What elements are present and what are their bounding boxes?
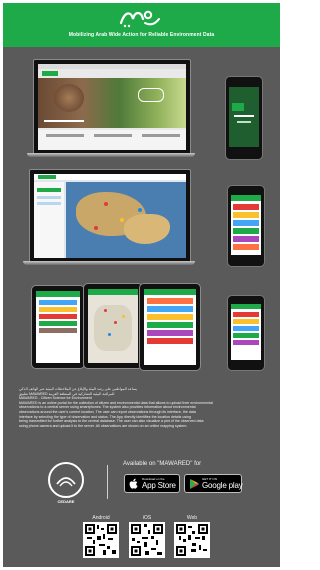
laptop-website-map (29, 169, 191, 263)
phone-app-splash (225, 76, 263, 160)
qr-code-web[interactable] (174, 522, 210, 558)
divider (107, 465, 108, 499)
qr-code-ios[interactable] (129, 522, 165, 558)
phone-list-screen (231, 304, 261, 360)
google-play-label: Google play (202, 481, 243, 490)
tablet-app-form (139, 283, 201, 371)
tablet-app-map (83, 283, 143, 369)
laptop-base (27, 153, 195, 157)
tablet-form-screen (144, 289, 196, 365)
qr-label-android: Android (92, 515, 110, 521)
phone-menu-screen (231, 195, 261, 255)
apple-icon (129, 478, 138, 489)
header-banner: Mobilizing Arab Wide Action for Reliable… (3, 3, 280, 47)
qr-label-ios: iOS (142, 515, 152, 521)
google-play-button[interactable]: GET IT ON Google play (184, 474, 243, 493)
phone-screen (229, 87, 259, 147)
mawared-poster: Mobilizing Arab Wide Action for Reliable… (3, 3, 280, 567)
cedare-emblem-icon (56, 477, 76, 487)
mawared-logo (119, 10, 160, 28)
qr-label-web: Web (186, 515, 198, 521)
tablet-list-screen (36, 291, 80, 363)
laptop-map-screen (34, 174, 186, 258)
laptop-website-homepage (33, 59, 191, 155)
phone-app-menu (227, 185, 265, 267)
header-subtitle: Mobilizing Arab Wide Action for Reliable… (68, 32, 215, 38)
google-play-icon (190, 479, 199, 489)
app-store-label: App Store (142, 481, 176, 490)
tablet-app-list (31, 285, 85, 369)
available-on-text: Available on "MAWARED" for (123, 461, 202, 467)
laptop-screen (38, 64, 186, 150)
laptop-base (23, 261, 195, 265)
app-store-button[interactable]: Download on the App Store (124, 474, 180, 493)
tablet-map-screen (88, 289, 138, 363)
description-text: يساعد المواطنين على رصد البيئة والإبلاغ … (19, 387, 270, 428)
qr-code-android[interactable] (83, 522, 119, 558)
description-line: using phone camera and upload it to the … (19, 423, 188, 428)
cedare-label: CEDARE (57, 499, 75, 504)
phone-app-list (227, 295, 265, 371)
cedare-logo (48, 462, 84, 498)
